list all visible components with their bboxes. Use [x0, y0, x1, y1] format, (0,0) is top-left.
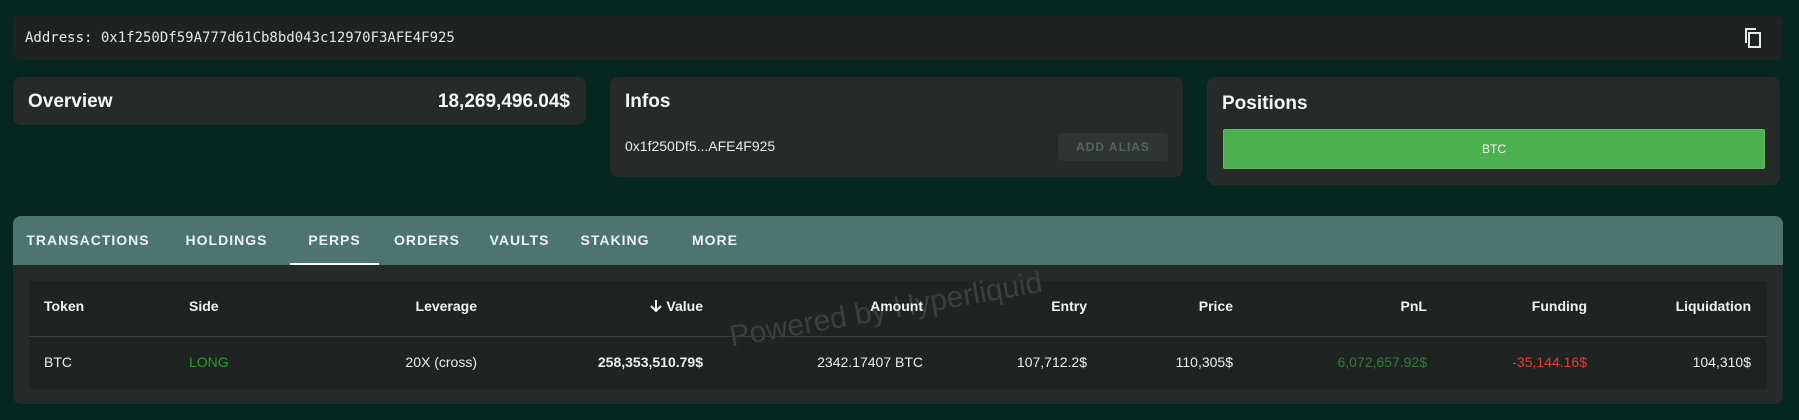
perps-table: Powered by Hyperliquid Token Side Levera…	[29, 266, 1767, 389]
col-header-token[interactable]: Token	[44, 298, 84, 314]
cell-entry: 107,712.2$	[1016, 354, 1087, 370]
cell-side: LONG	[189, 354, 229, 370]
col-header-funding[interactable]: Funding	[1532, 298, 1587, 314]
tab-holdings[interactable]: HOLDINGS	[163, 216, 290, 265]
positions-card: Positions BTC	[1207, 77, 1780, 185]
col-header-side[interactable]: Side	[189, 298, 219, 314]
address-bar: Address: 0x1f250Df59A777d61Cb8bd043c1297…	[13, 16, 1783, 60]
col-header-pnl[interactable]: PnL	[1401, 298, 1427, 314]
cell-price: 110,305$	[1175, 354, 1233, 370]
cell-leverage: 20X (cross)	[405, 354, 477, 370]
tab-orders[interactable]: ORDERS	[379, 216, 475, 265]
col-header-value-label: Value	[666, 298, 703, 314]
col-header-entry[interactable]: Entry	[1051, 298, 1087, 314]
cell-funding: -35,144.16$	[1512, 354, 1587, 370]
tabs-panel: TRANSACTIONS HOLDINGS PERPS ORDERS VAULT…	[13, 216, 1783, 404]
col-header-liquidation[interactable]: Liquidation	[1676, 298, 1751, 314]
address-text: Address: 0x1f250Df59A777d61Cb8bd043c1297…	[25, 30, 455, 46]
infos-title: Infos	[625, 91, 671, 112]
arrow-down-icon	[650, 300, 663, 313]
col-header-price[interactable]: Price	[1199, 298, 1233, 314]
overview-title: Overview	[28, 91, 113, 112]
col-header-leverage[interactable]: Leverage	[416, 298, 477, 314]
tab-transactions[interactable]: TRANSACTIONS	[13, 216, 163, 265]
col-header-amount[interactable]: Amount	[870, 298, 923, 314]
position-bar-btc[interactable]: BTC	[1223, 129, 1765, 169]
tab-staking[interactable]: STAKING	[564, 216, 666, 265]
tab-perps[interactable]: PERPS	[290, 216, 379, 265]
tab-more[interactable]: MORE	[666, 216, 764, 265]
cell-token: BTC	[44, 354, 72, 370]
infos-card: Infos 0x1f250Df5...AFE4F925 ADD ALIAS	[610, 77, 1183, 177]
header-divider	[29, 336, 1767, 337]
tab-bar: TRANSACTIONS HOLDINGS PERPS ORDERS VAULT…	[13, 216, 1783, 265]
add-alias-button[interactable]: ADD ALIAS	[1058, 133, 1168, 161]
col-header-value[interactable]: Value	[649, 298, 703, 314]
overview-value: 18,269,496.04$	[437, 91, 570, 112]
cell-amount: 2342.17407 BTC	[817, 354, 923, 370]
copy-icon[interactable]	[1741, 26, 1765, 50]
cell-pnl: 6,072,657.92$	[1337, 354, 1427, 370]
overview-card: Overview 18,269,496.04$	[13, 77, 586, 125]
cell-value: 258,353,510.79$	[597, 354, 703, 370]
positions-title: Positions	[1222, 93, 1308, 114]
short-address: 0x1f250Df5...AFE4F925	[625, 138, 776, 154]
cell-liquidation: 104,310$	[1692, 354, 1751, 370]
tab-vaults[interactable]: VAULTS	[475, 216, 564, 265]
